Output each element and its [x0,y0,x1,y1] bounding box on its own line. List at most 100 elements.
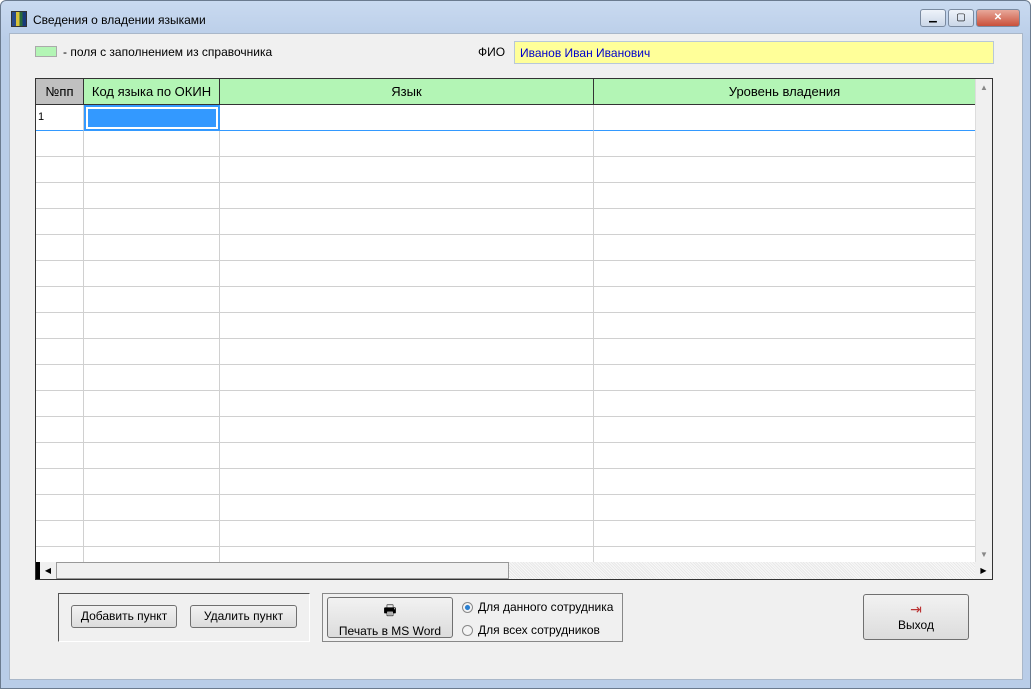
print-word-button[interactable]: 🖶 Печать в MS Word [327,597,453,638]
scroll-thumb[interactable] [56,562,509,579]
table-cell[interactable] [36,339,84,365]
table-cell[interactable] [84,521,220,547]
table-row[interactable] [36,131,976,157]
table-row[interactable] [36,339,976,365]
table-cell[interactable] [220,417,594,443]
table-cell[interactable] [220,469,594,495]
table-cell[interactable]: 1 [36,105,84,131]
table-cell[interactable] [594,391,976,417]
table-cell[interactable] [36,209,84,235]
table-cell[interactable] [220,287,594,313]
table-cell[interactable] [84,209,220,235]
column-header-level[interactable]: Уровень владения [594,79,976,105]
column-header-number[interactable]: №пп [36,79,84,105]
table-cell[interactable] [36,157,84,183]
fio-field[interactable]: Иванов Иван Иванович [514,41,994,64]
table-cell[interactable] [84,417,220,443]
scroll-up-icon[interactable]: ▲ [976,79,992,96]
add-item-button[interactable]: Добавить пункт [71,605,177,628]
table-row[interactable] [36,209,976,235]
table-row[interactable] [36,469,976,495]
table-cell[interactable] [594,105,976,131]
table-cell[interactable] [84,469,220,495]
table-cell[interactable] [36,365,84,391]
table-row[interactable] [36,365,976,391]
table-cell[interactable] [36,443,84,469]
table-cell[interactable] [84,261,220,287]
table-cell[interactable] [220,521,594,547]
table-row[interactable] [36,157,976,183]
table-cell[interactable] [220,443,594,469]
table-row[interactable] [36,521,976,547]
table-cell[interactable] [220,313,594,339]
table-cell[interactable] [36,183,84,209]
table-row[interactable] [36,287,976,313]
table-cell[interactable] [594,339,976,365]
table-cell[interactable] [84,443,220,469]
table-cell[interactable] [36,131,84,157]
table-cell[interactable] [594,287,976,313]
exit-button[interactable]: ⇥ Выход [863,594,969,640]
horizontal-scrollbar[interactable]: ◀ ▶ [36,562,992,579]
table-row[interactable] [36,235,976,261]
table-cell[interactable] [36,521,84,547]
table-cell[interactable] [594,521,976,547]
table-cell[interactable] [220,105,594,131]
table-cell[interactable] [84,391,220,417]
table-cell[interactable] [36,261,84,287]
table-cell[interactable] [36,495,84,521]
table-row[interactable] [36,495,976,521]
scroll-left-icon[interactable]: ◀ [36,562,56,579]
column-header-language[interactable]: Язык [220,79,594,105]
vertical-scrollbar[interactable]: ▲ ▼ [975,79,992,563]
table-cell[interactable] [36,287,84,313]
column-header-code[interactable]: Код языка по ОКИН [84,79,220,105]
table-cell[interactable] [594,443,976,469]
table-cell[interactable] [84,313,220,339]
table-cell[interactable] [594,313,976,339]
table-cell[interactable] [594,235,976,261]
table-row[interactable] [36,391,976,417]
table-cell[interactable] [36,417,84,443]
table-row[interactable] [36,443,976,469]
radio-all-employees[interactable]: Для всех сотрудников [462,623,600,637]
delete-item-button[interactable]: Удалить пункт [190,605,297,628]
table-cell[interactable] [84,365,220,391]
table-cell[interactable] [220,495,594,521]
table-row[interactable] [36,417,976,443]
table-cell[interactable] [84,495,220,521]
close-button[interactable]: ✕ [976,9,1020,27]
table-cell[interactable] [84,183,220,209]
table-row[interactable] [36,313,976,339]
table-cell[interactable] [36,313,84,339]
table-cell[interactable] [594,157,976,183]
table-cell[interactable] [220,183,594,209]
table-cell[interactable] [594,365,976,391]
table-cell[interactable] [594,261,976,287]
table-cell[interactable] [594,131,976,157]
table-cell[interactable] [220,209,594,235]
table-cell[interactable] [36,391,84,417]
table-cell[interactable] [84,339,220,365]
table-cell[interactable] [594,495,976,521]
table-cell[interactable] [594,209,976,235]
radio-this-employee[interactable]: Для данного сотрудника [462,600,613,614]
scroll-right-icon[interactable]: ▶ [975,562,992,579]
table-cell[interactable] [84,131,220,157]
scroll-down-icon[interactable]: ▼ [976,546,992,563]
table-cell[interactable] [84,235,220,261]
table-cell[interactable] [220,157,594,183]
table-cell[interactable] [594,183,976,209]
table-cell[interactable] [84,157,220,183]
table-cell[interactable] [36,469,84,495]
table-cell[interactable] [594,417,976,443]
table-cell[interactable] [220,235,594,261]
table-cell[interactable] [220,131,594,157]
table-row[interactable] [36,183,976,209]
table-cell[interactable] [220,365,594,391]
table-row[interactable]: 1 [36,105,976,131]
table-cell[interactable] [220,391,594,417]
table-cell[interactable] [220,339,594,365]
table-cell[interactable] [84,105,220,131]
table-cell[interactable] [36,235,84,261]
